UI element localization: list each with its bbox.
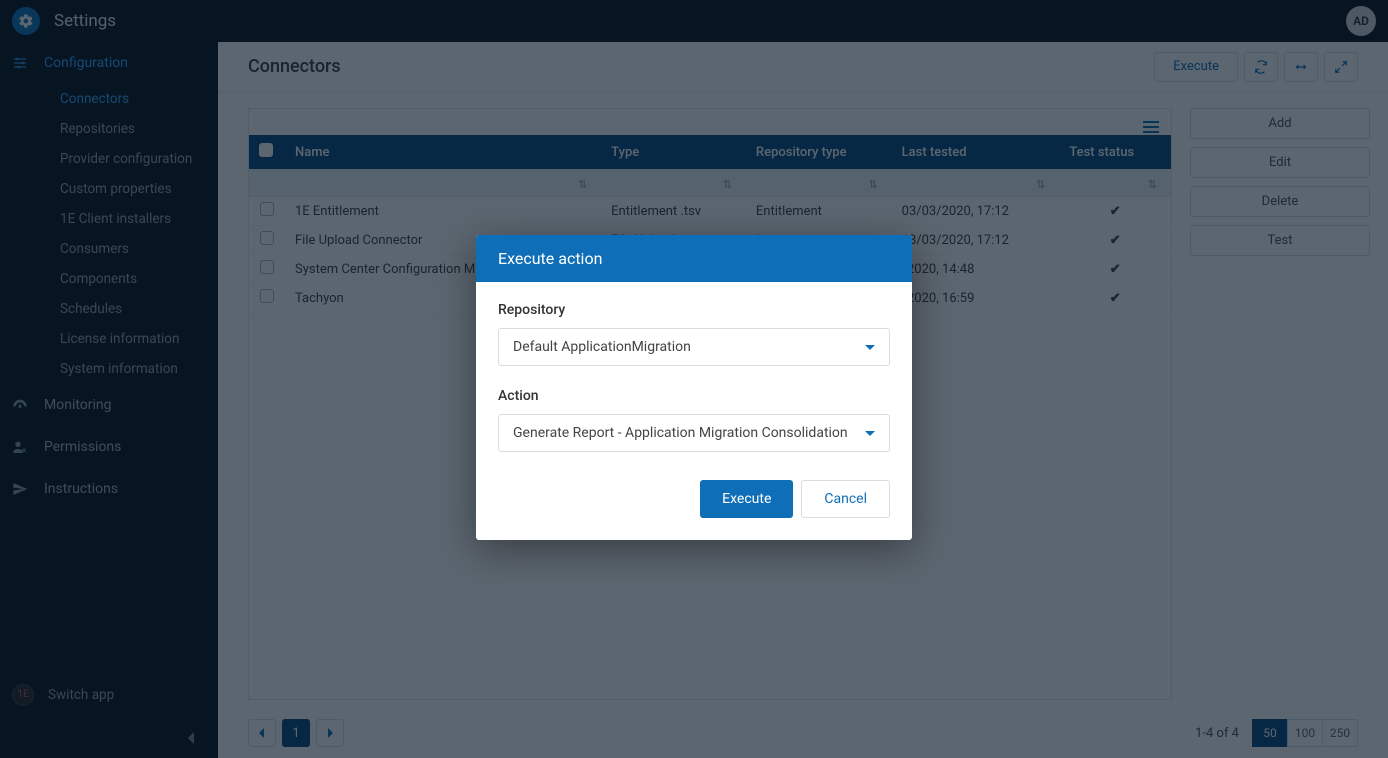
repository-value: Default ApplicationMigration [513, 339, 691, 355]
modal-overlay[interactable]: Execute action Repository Default Applic… [0, 0, 1388, 758]
modal-execute-button[interactable]: Execute [700, 480, 793, 518]
action-value: Generate Report - Application Migration … [513, 425, 848, 441]
chevron-down-icon [865, 345, 875, 350]
chevron-down-icon [865, 431, 875, 436]
execute-action-modal: Execute action Repository Default Applic… [476, 235, 912, 540]
repository-label: Repository [498, 302, 890, 318]
modal-title: Execute action [476, 235, 912, 282]
modal-cancel-button[interactable]: Cancel [801, 480, 890, 518]
repository-select[interactable]: Default ApplicationMigration [498, 328, 890, 366]
action-select[interactable]: Generate Report - Application Migration … [498, 414, 890, 452]
action-label: Action [498, 388, 890, 404]
